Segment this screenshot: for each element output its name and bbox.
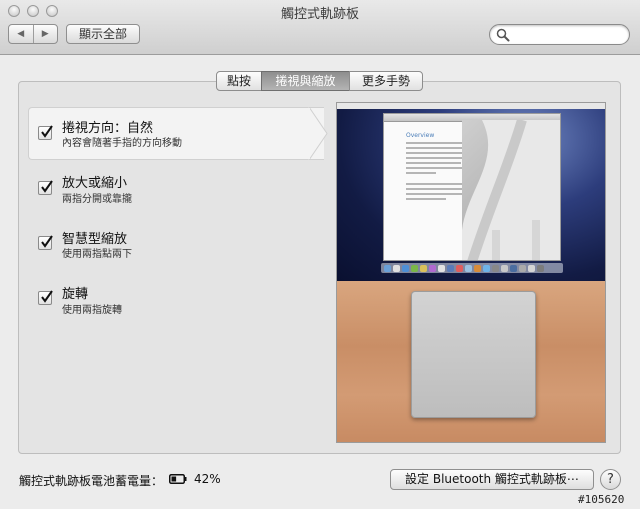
rotate-checkbox[interactable] [38,290,53,305]
preview-dock [381,263,563,273]
preview-trackpad [411,291,536,418]
chevron-left-icon[interactable]: ◀ [9,25,34,43]
preview-bridge-image [462,118,560,260]
gesture-description: 內容會隨著手指的方向移動 [62,138,182,149]
scroll-direction-checkbox[interactable] [38,125,53,140]
smart-zoom-checkbox[interactable] [38,235,53,250]
tab-scroll-zoom[interactable]: 捲視與縮放 [261,71,350,91]
chevron-right-icon[interactable]: ▶ [34,25,58,43]
checkmark-icon [41,180,53,193]
gesture-title: 放大或縮小 [62,176,128,191]
gesture-preview-video: Overview [336,102,606,443]
battery-icon [169,474,187,484]
search-field[interactable] [489,24,630,45]
gesture-description: 使用兩指旋轉 [62,305,122,316]
gesture-description: 使用兩指點兩下 [62,249,132,260]
window-toolbar: 觸控式軌跡板 ◀ ▶ 顯示全部 [0,0,640,55]
preview-desk-surface [337,281,605,442]
show-all-button[interactable]: 顯示全部 [66,24,140,44]
back-forward-control: ◀ ▶ [8,24,58,44]
checkmark-icon [41,290,53,303]
checkmark-icon [41,235,53,248]
preview-document-window: Overview [383,113,561,261]
zoom-checkbox[interactable] [38,180,53,195]
help-button[interactable]: ? [600,469,621,490]
selection-arrow [308,107,328,160]
checkmark-icon [41,125,53,138]
gesture-description: 兩指分開或靠攏 [62,194,132,205]
preview-desktop: Overview [337,103,605,281]
tab-more-gestures[interactable]: 更多手勢 [349,71,423,91]
battery-percent: 42% [194,472,221,486]
tab-bar: 點按 捲視與縮放 更多手勢 [216,71,423,91]
battery-label: 觸控式軌跡板電池蓄電量： [19,474,164,488]
setup-bluetooth-trackpad-button[interactable]: 設定 Bluetooth 觸控式軌跡板⋯ [390,469,594,490]
magnifier-icon [496,28,510,42]
tab-click[interactable]: 點按 [216,71,262,91]
image-id-label: #105620 [578,493,625,506]
preview-menubar [337,103,605,109]
gesture-title: 旋轉 [62,287,89,302]
window-title: 觸控式軌跡板 [280,7,359,22]
